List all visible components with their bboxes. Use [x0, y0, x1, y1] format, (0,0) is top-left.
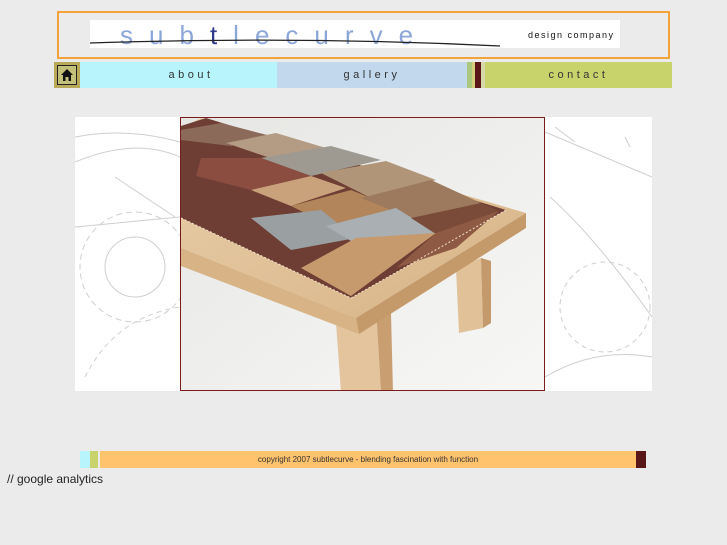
analytics-comment: // google analytics	[7, 472, 104, 486]
home-button[interactable]	[54, 62, 80, 88]
nav-contact-label: contact	[548, 69, 609, 81]
footer-bar: copyright 2007 subtlecurve - blending fa…	[80, 451, 646, 468]
main-nav: about gallery contact	[54, 62, 672, 88]
home-icon	[57, 65, 77, 85]
bench-image	[181, 118, 544, 390]
nav-about-label: about	[168, 69, 214, 81]
nav-about[interactable]: about	[80, 62, 302, 88]
featured-photo[interactable]	[180, 117, 545, 391]
nav-gallery[interactable]: gallery	[277, 62, 467, 88]
logo-curve	[90, 39, 500, 47]
logo[interactable]: subtlecurve design company	[90, 20, 620, 48]
footer-accent	[90, 451, 98, 468]
logo-tagline: design company	[528, 30, 615, 40]
copyright-text: copyright 2007 subtlecurve - blending fa…	[257, 455, 479, 464]
footer-accent	[636, 451, 646, 468]
footer-accent	[80, 451, 90, 468]
nav-gallery-label: gallery	[343, 69, 401, 81]
nav-contact[interactable]: contact	[485, 62, 672, 88]
